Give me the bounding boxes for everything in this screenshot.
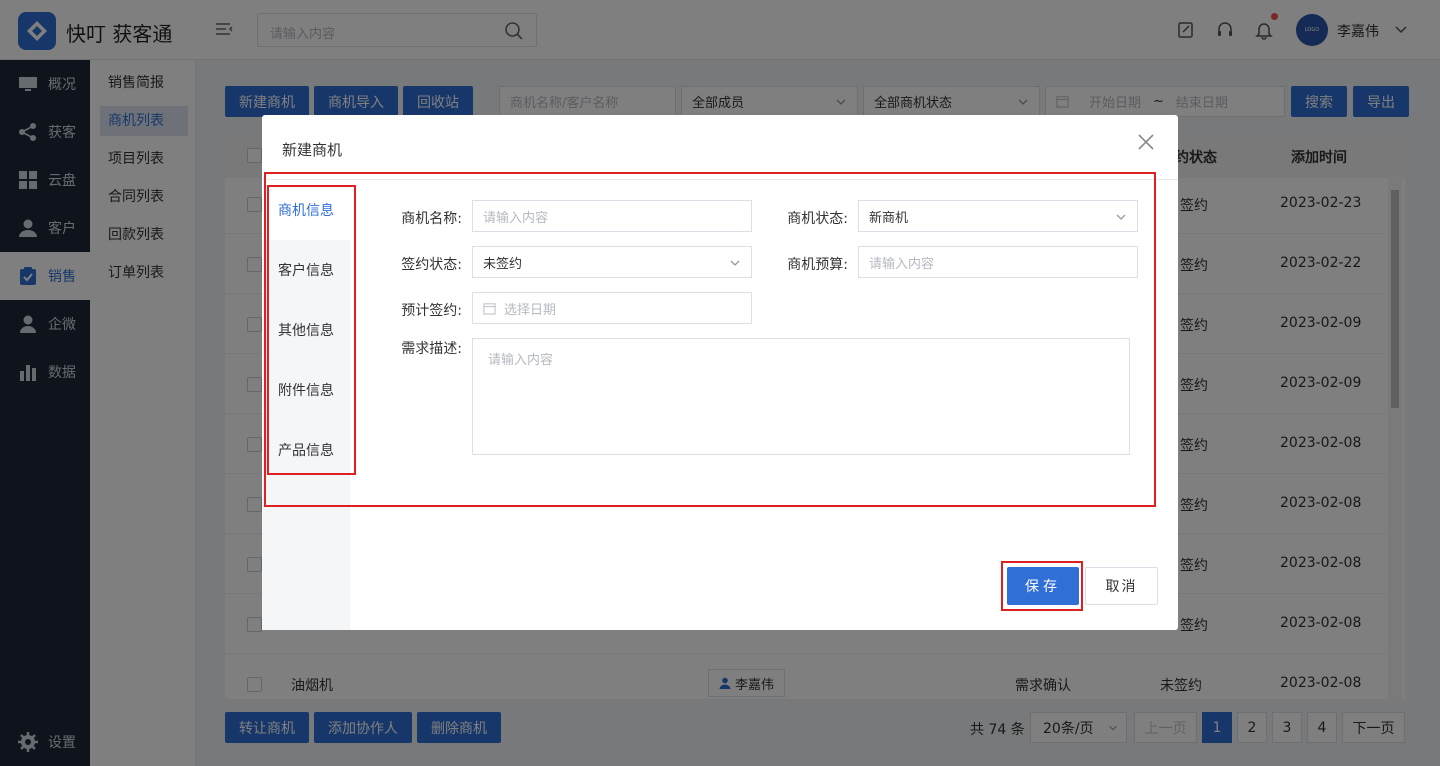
new-opportunity-dialog: 新建商机 商机信息 客户信息 其他信息 附件信息 产品信息 商机名称: 请输入内… <box>262 115 1178 630</box>
tabs-highlight-box <box>267 185 356 475</box>
cancel-button[interactable]: 取消 <box>1085 567 1158 605</box>
close-icon[interactable] <box>1137 133 1155 151</box>
save-highlight-box <box>1001 561 1083 611</box>
form-highlight-box <box>264 172 1156 507</box>
dialog-title: 新建商机 <box>282 141 343 159</box>
